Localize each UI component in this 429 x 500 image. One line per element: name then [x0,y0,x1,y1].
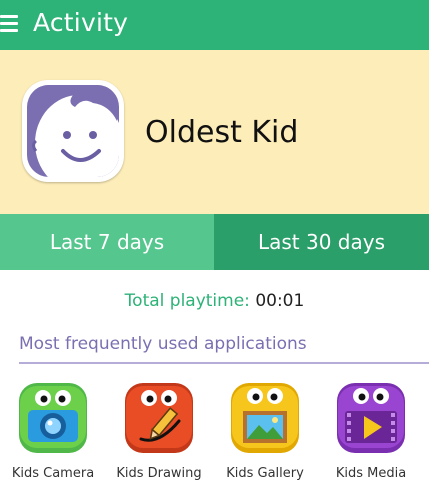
app-kids-media[interactable]: Kids Media [318,380,424,500]
app-label: Kids Camera [11,466,95,481]
kid-name: Oldest Kid [145,115,299,150]
app-list: Kids Camera Kids Drawing Kids Gallery Ki… [0,380,429,500]
app-kids-gallery[interactable]: Kids Gallery [212,380,318,500]
tab-last-7-days[interactable]: Last 7 days [0,214,214,270]
total-playtime: Total playtime: 00:01 [0,290,429,312]
period-tabs: Last 7 days Last 30 days [0,214,429,270]
app-kids-drawing[interactable]: Kids Drawing [106,380,212,500]
camera-icon [19,383,87,453]
app-label: Kids Drawing [116,466,202,481]
play-icon [337,383,405,453]
section-divider [19,362,429,364]
menu-icon[interactable] [0,12,20,36]
pencil-icon [125,383,193,453]
avatar [22,80,124,182]
app-kids-camera[interactable]: Kids Camera [0,380,106,500]
tab-last-30-days[interactable]: Last 30 days [214,214,429,270]
playtime-label: Total playtime: [124,291,250,311]
playtime-value: 00:01 [255,291,305,311]
section-title: Most frequently used applications [19,334,307,354]
app-bar: Activity [0,0,429,50]
picture-frame-icon [231,383,299,453]
page-title: Activity [33,8,129,37]
app-label: Kids Gallery [226,466,304,481]
profile-header: Oldest Kid [0,50,429,214]
app-label: Kids Media [335,466,407,481]
face-icon [27,85,119,177]
